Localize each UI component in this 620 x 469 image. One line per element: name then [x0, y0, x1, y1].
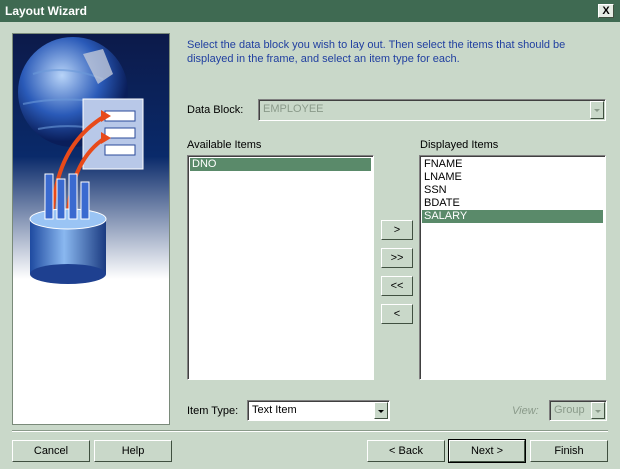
chevron-down-icon[interactable] — [591, 402, 605, 419]
help-button[interactable]: Help — [94, 440, 172, 462]
displayed-items-label: Displayed Items — [420, 139, 499, 151]
remove-one-button[interactable]: < — [381, 304, 413, 324]
next-button[interactable]: Next > — [448, 439, 526, 463]
chevron-down-icon[interactable] — [590, 101, 604, 119]
close-button[interactable]: X — [598, 4, 614, 18]
chevron-down-icon[interactable] — [374, 402, 388, 419]
list-item[interactable]: SSN — [422, 184, 603, 197]
item-type-value: Text Item — [252, 404, 297, 416]
title-bar: Layout Wizard X — [0, 0, 620, 22]
wizard-illustration — [12, 33, 170, 425]
view-value: Group — [554, 404, 585, 416]
item-type-label: Item Type: — [187, 405, 239, 417]
list-item[interactable]: FNAME — [422, 158, 603, 171]
cancel-button[interactable]: Cancel — [12, 440, 90, 462]
view-select[interactable]: Group — [549, 400, 607, 421]
data-block-select[interactable]: EMPLOYEE — [258, 99, 606, 121]
list-item[interactable]: LNAME — [422, 171, 603, 184]
finish-button[interactable]: Finish — [530, 440, 608, 462]
list-item[interactable]: SALARY — [422, 210, 603, 223]
add-one-button[interactable]: > — [381, 220, 413, 240]
add-all-button[interactable]: >> — [381, 248, 413, 268]
footer-divider — [12, 430, 608, 432]
database-illustration-icon — [13, 34, 169, 284]
data-block-label: Data Block: — [187, 104, 244, 116]
window-title: Layout Wizard — [5, 4, 87, 18]
available-items-list[interactable]: DNO — [187, 155, 374, 380]
item-type-select[interactable]: Text Item — [247, 400, 390, 421]
available-items-label: Available Items — [187, 139, 262, 151]
view-label: View: — [512, 405, 539, 417]
instructions-text: Select the data block you wish to lay ou… — [187, 39, 566, 65]
list-item[interactable]: BDATE — [422, 197, 603, 210]
data-block-value: EMPLOYEE — [263, 103, 324, 115]
displayed-items-list[interactable]: FNAME LNAME SSN BDATE SALARY — [419, 155, 606, 380]
back-button[interactable]: < Back — [367, 440, 445, 462]
list-item[interactable]: DNO — [190, 158, 371, 171]
remove-all-button[interactable]: << — [381, 276, 413, 296]
